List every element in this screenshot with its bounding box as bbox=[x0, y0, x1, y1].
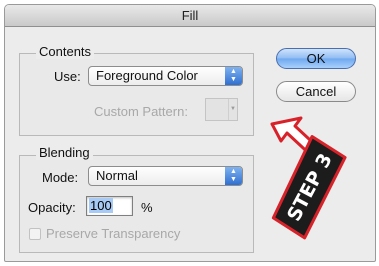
step-badge: STEP 3 bbox=[271, 135, 347, 240]
step-annotation: STEP 3 bbox=[270, 116, 347, 240]
